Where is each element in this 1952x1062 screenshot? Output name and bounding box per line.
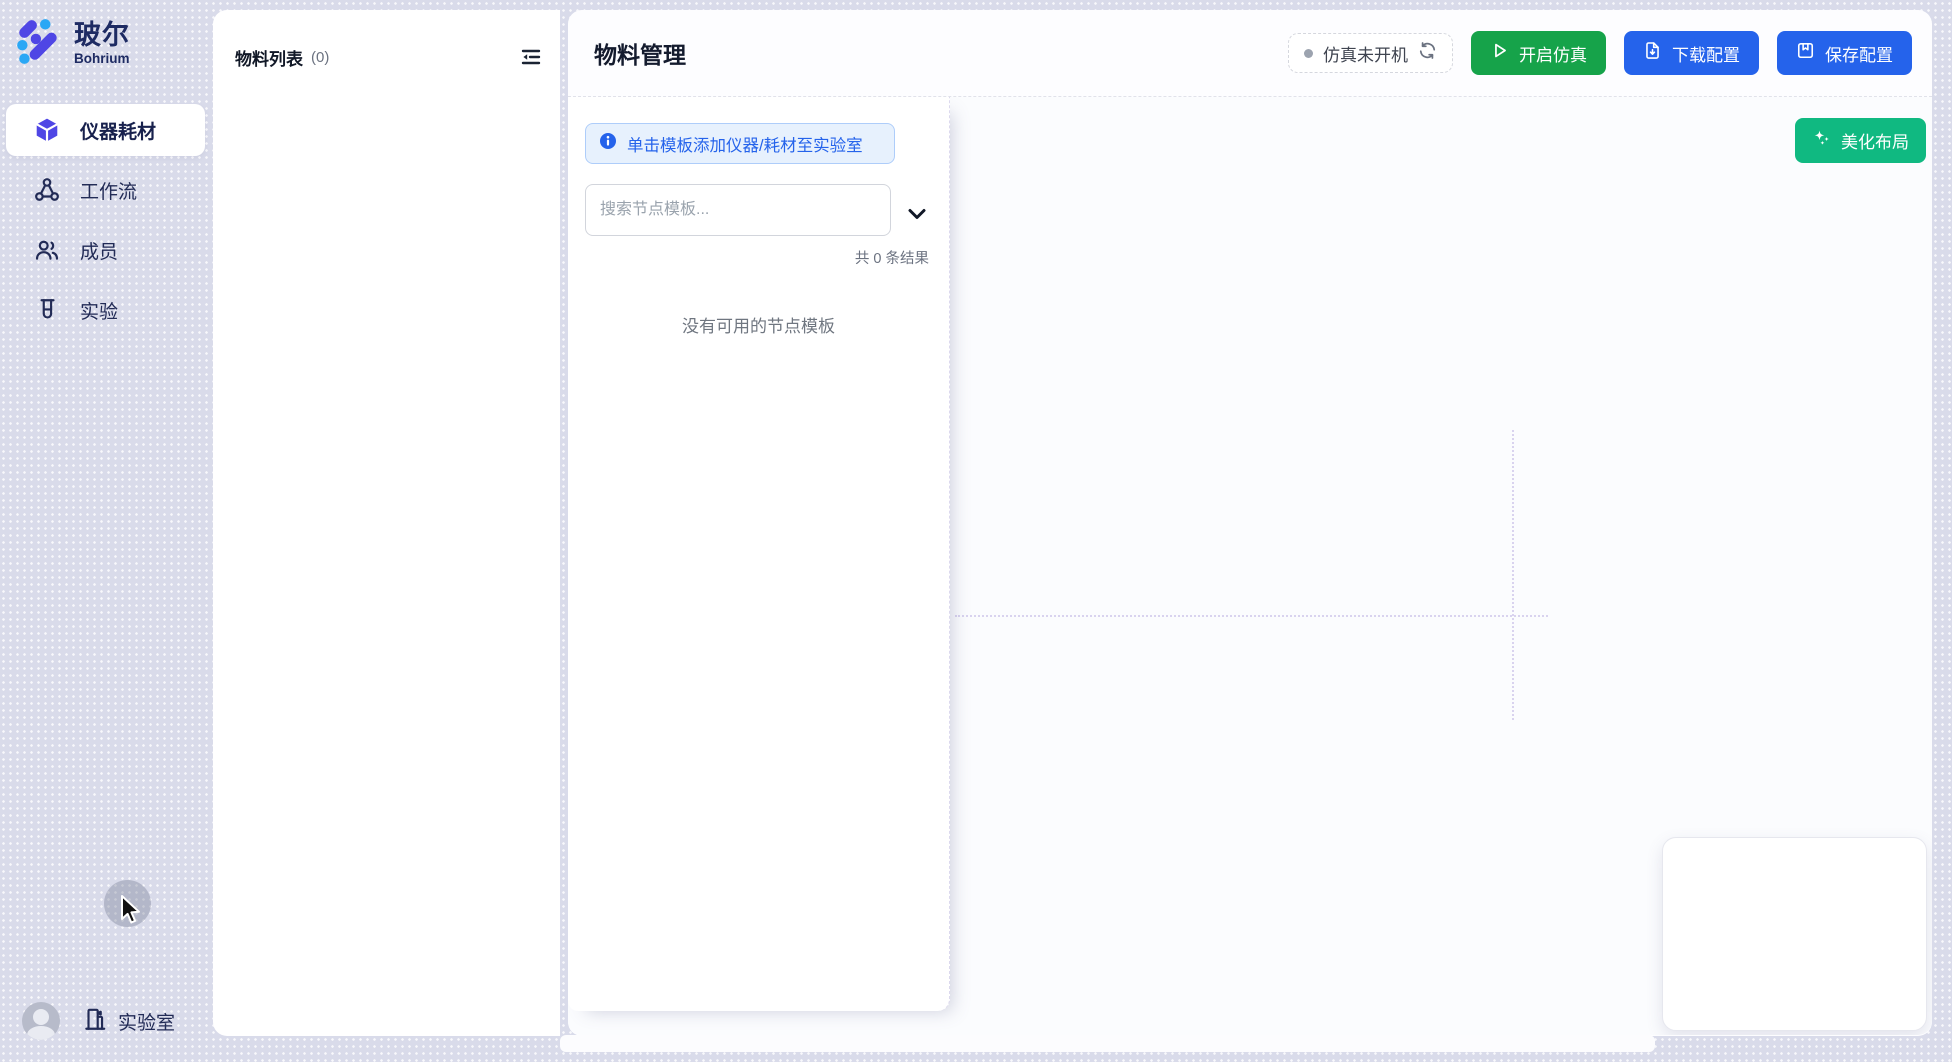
sidebar-item-experiment[interactable]: 实验 bbox=[6, 284, 205, 336]
template-hint-banner: 单击模板添加仪器/耗材至实验室 bbox=[585, 123, 895, 164]
sidebar-item-label: 实验 bbox=[80, 297, 118, 324]
bottom-scroll-strip[interactable] bbox=[560, 1035, 1655, 1052]
template-panel: 单击模板添加仪器/耗材至实验室 共 0 条结果 没有可用的节点模板 bbox=[568, 97, 950, 1011]
start-simulation-button[interactable]: 开启仿真 bbox=[1471, 31, 1606, 75]
sidebar-item-members[interactable]: 成员 bbox=[6, 224, 205, 276]
mouse-cursor bbox=[119, 895, 147, 932]
brand-logo[interactable]: 玻尔 Bohrium bbox=[0, 0, 213, 71]
user-avatar[interactable] bbox=[22, 1002, 60, 1040]
empty-templates-text: 没有可用的节点模板 bbox=[568, 312, 949, 337]
simulation-status-text: 仿真未开机 bbox=[1323, 41, 1408, 66]
save-config-label: 保存配置 bbox=[1825, 41, 1893, 66]
lab-label: 实验室 bbox=[118, 1008, 175, 1035]
material-management-sheet: 物料管理 仿真未开机 开启仿真 bbox=[568, 10, 1932, 1036]
alignment-guide-horizontal bbox=[955, 615, 1548, 617]
beautify-layout-label: 美化布局 bbox=[1841, 128, 1909, 153]
cube-icon bbox=[34, 117, 60, 143]
download-config-label: 下载配置 bbox=[1672, 41, 1740, 66]
experiment-icon bbox=[34, 297, 60, 323]
info-icon bbox=[599, 132, 617, 155]
building-icon bbox=[82, 1006, 108, 1037]
sidebar-item-label: 仪器耗材 bbox=[80, 117, 156, 144]
beautify-layout-button[interactable]: 美化布局 bbox=[1795, 118, 1926, 163]
sidebar-item-label: 成员 bbox=[80, 237, 118, 264]
sidebar-item-label: 工作流 bbox=[80, 177, 137, 204]
lab-switcher[interactable]: 实验室 bbox=[82, 1006, 175, 1037]
status-dot-icon bbox=[1304, 49, 1313, 58]
sidebar-nav: 仪器耗材 工作流 成员 bbox=[6, 104, 205, 336]
header-actions: 仿真未开机 开启仿真 bbox=[1288, 31, 1912, 75]
alignment-guide-vertical bbox=[1512, 430, 1514, 720]
material-list-header: 物料列表 (0) bbox=[235, 44, 544, 70]
file-download-icon bbox=[1643, 41, 1662, 65]
brand-subtitle: Bohrium bbox=[74, 52, 130, 66]
workflow-icon bbox=[34, 177, 60, 203]
minimap[interactable] bbox=[1662, 837, 1927, 1031]
start-simulation-label: 开启仿真 bbox=[1519, 41, 1587, 66]
search-input[interactable] bbox=[585, 184, 891, 236]
sidebar-footer: 实验室 bbox=[22, 1002, 175, 1040]
chevron-down-icon[interactable] bbox=[902, 202, 932, 226]
collapse-panel-icon[interactable] bbox=[518, 44, 544, 70]
refresh-icon[interactable] bbox=[1418, 41, 1437, 65]
material-list-panel: 物料列表 (0) bbox=[213, 10, 560, 1036]
material-list-count: (0) bbox=[311, 49, 329, 66]
app-root: { "brand": { "name": "玻尔", "subtitle": "… bbox=[0, 0, 1952, 1062]
bohrium-logo-icon bbox=[14, 16, 64, 71]
sparkles-icon bbox=[1812, 128, 1832, 153]
download-config-button[interactable]: 下载配置 bbox=[1624, 31, 1759, 75]
main-header: 物料管理 仿真未开机 开启仿真 bbox=[568, 10, 1932, 97]
sidebar-item-instruments[interactable]: 仪器耗材 bbox=[6, 104, 205, 156]
brand-name: 玻尔 bbox=[74, 21, 130, 49]
play-icon bbox=[1490, 41, 1509, 65]
page-title: 物料管理 bbox=[594, 36, 686, 70]
material-list-title: 物料列表 bbox=[235, 45, 303, 70]
template-hint-text: 单击模板添加仪器/耗材至实验室 bbox=[627, 132, 863, 156]
result-count: 共 0 条结果 bbox=[855, 247, 929, 268]
save-icon bbox=[1796, 41, 1815, 65]
layout-canvas[interactable]: 单击模板添加仪器/耗材至实验室 共 0 条结果 没有可用的节点模板 美化布局 bbox=[568, 97, 1932, 1035]
simulation-status-chip[interactable]: 仿真未开机 bbox=[1288, 33, 1453, 73]
sidebar-item-workflow[interactable]: 工作流 bbox=[6, 164, 205, 216]
members-icon bbox=[34, 237, 60, 263]
save-config-button[interactable]: 保存配置 bbox=[1777, 31, 1912, 75]
